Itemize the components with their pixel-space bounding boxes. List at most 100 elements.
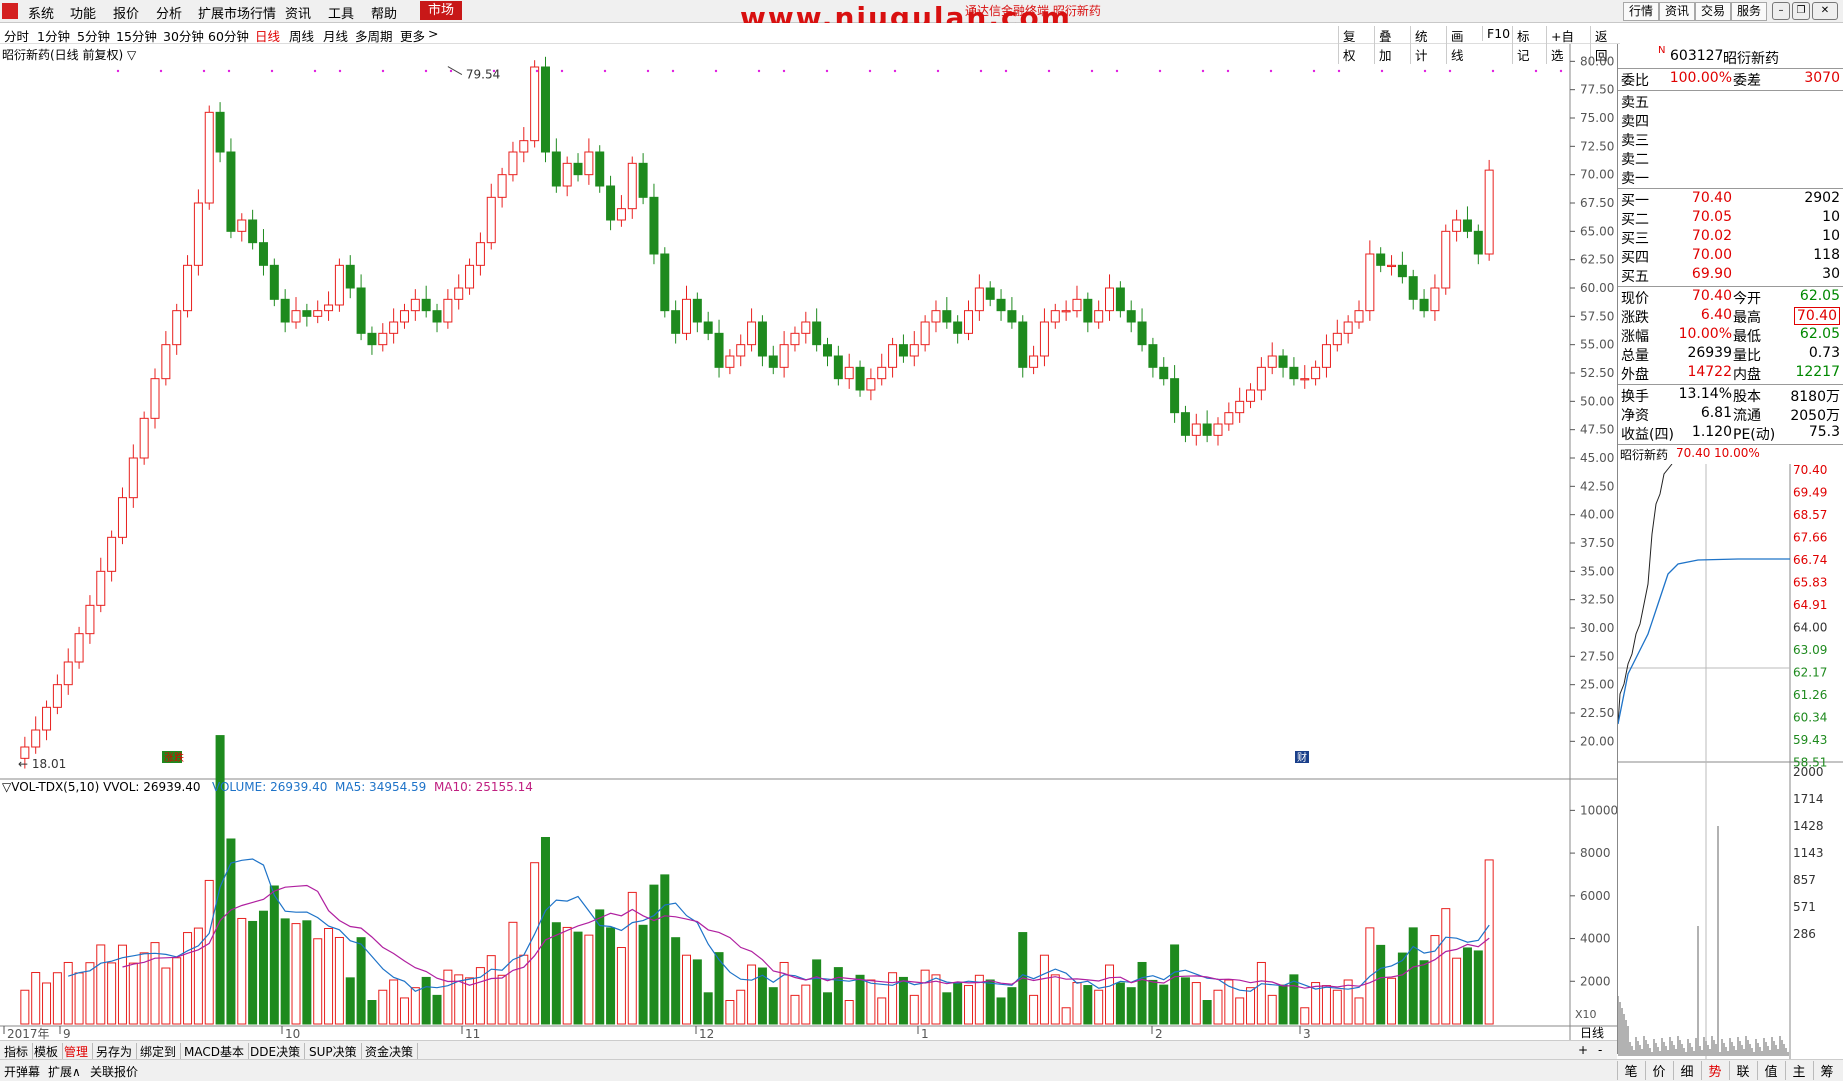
period-weekly[interactable]: 周线 (289, 26, 314, 45)
candle-body (215, 111, 225, 153)
menu-help[interactable]: 帮助 (371, 3, 397, 22)
event-dot (1534, 69, 1538, 73)
tab-template[interactable]: 模板 (34, 1043, 64, 1060)
period-daily[interactable]: 日线 (255, 26, 280, 45)
market-button[interactable]: 市场 (420, 1, 462, 20)
rtab-price[interactable]: 价 (1645, 1061, 1672, 1080)
menu-quote[interactable]: 报价 (113, 3, 139, 22)
rtab-value[interactable]: 值 (1757, 1061, 1784, 1080)
volume-bar (725, 1000, 735, 1025)
event-dot (714, 69, 718, 73)
rtab-trend[interactable]: 势 (1701, 1061, 1728, 1080)
volume-bar (1170, 944, 1180, 1025)
candle-body (714, 332, 724, 368)
period-multi[interactable]: 多周期 (355, 26, 393, 45)
kline-chart-area[interactable]: 80.00 77.50 75.00 72.50 70.00 67.50 65.00 62.50… (0, 44, 1617, 1054)
rtab-main[interactable]: 主 (1785, 1061, 1812, 1080)
buy-2[interactable]: 买二 70.05 10 (1618, 209, 1843, 228)
sell-2[interactable]: 卖二 (1618, 149, 1843, 168)
quote-head: N 603127 昭衍新药 (1618, 45, 1843, 67)
tab-macd[interactable]: MACD基本 (184, 1043, 249, 1060)
remove-tab-button[interactable]: - (1598, 1043, 1606, 1057)
tab-save-as[interactable]: 另存为 (96, 1043, 138, 1060)
tab-fund[interactable]: 资金决策 (365, 1043, 419, 1060)
top-quote-button[interactable]: 行情 (1623, 2, 1660, 21)
period-30min[interactable]: 30分钟 (163, 26, 204, 45)
event-dot (1312, 69, 1316, 73)
candle-body (183, 264, 193, 312)
sell-5[interactable]: 卖五 (1618, 92, 1843, 111)
menu-system[interactable]: 系统 (28, 3, 54, 22)
volume-header: ▽VOL-TDX(5,10) VVOL: 26939.40 VOLUME: 26… (2, 780, 533, 794)
kline-chart[interactable]: 80.00 77.50 75.00 72.50 70.00 67.50 65.00 62.50… (0, 44, 1617, 1040)
volume-bar (139, 952, 149, 1025)
period-timeshare[interactable]: 分时 (4, 26, 29, 45)
event-dot (603, 69, 607, 73)
candle-body (898, 344, 908, 357)
danmu-toggle[interactable]: 开弹幕 (4, 1063, 40, 1080)
close-icon[interactable]: ✕ (1812, 2, 1838, 20)
volume-bar (280, 918, 290, 1025)
menu-tools[interactable]: 工具 (328, 3, 354, 22)
event-dot (646, 69, 650, 73)
candle-body (649, 196, 659, 255)
buy-3[interactable]: 买三 70.02 10 (1618, 228, 1843, 247)
candle-body (1224, 412, 1234, 425)
buy-5[interactable]: 买五 69.90 30 (1618, 266, 1843, 285)
vol-indicator-name[interactable]: ▽VOL-TDX(5,10) (2, 780, 99, 794)
linked-quote-toggle[interactable]: 关联报价 (90, 1063, 138, 1080)
period-5min[interactable]: 5分钟 (77, 26, 110, 45)
sell-1[interactable]: 卖一 (1618, 168, 1843, 187)
add-tab-button[interactable]: + (1578, 1043, 1592, 1057)
minimize-icon[interactable]: – (1772, 2, 1790, 20)
rtab-bi[interactable]: 笔 (1617, 1061, 1644, 1080)
tab-sup[interactable]: SUP决策 (309, 1043, 362, 1060)
candle-body (1159, 366, 1169, 380)
period-more[interactable]: 更多 (400, 26, 425, 45)
volume-bar (1354, 997, 1364, 1025)
rtab-detail[interactable]: 细 (1673, 1061, 1700, 1080)
volume-bar (779, 961, 789, 1025)
tab-dde[interactable]: DDE决策 (250, 1043, 306, 1060)
indicator-tab-bar: 指标 模板 管理 另存为 绑定到 MACD基本 DDE决策 SUP决策 资金决策… (0, 1040, 1617, 1060)
restore-icon[interactable]: ❐ (1792, 2, 1810, 20)
intraday-mini-chart[interactable]: 70.40 69.49 68.57 67.66 66.74 65.83 64.91 64.00… (1618, 464, 1843, 1064)
volume-bar (1148, 979, 1158, 1025)
event-dot (535, 69, 539, 73)
extend-toggle[interactable]: 扩展∧ (48, 1063, 81, 1080)
mini-vol-tick: 1428 (1793, 819, 1824, 833)
tab-manage[interactable]: 管理 (64, 1043, 94, 1060)
sell-3[interactable]: 卖三 (1618, 130, 1843, 149)
candle-body (1148, 344, 1158, 368)
top-trade-button[interactable]: 交易 (1695, 2, 1732, 21)
sell-4[interactable]: 卖四 (1618, 111, 1843, 130)
period-1min[interactable]: 1分钟 (37, 26, 70, 45)
tool-f10[interactable]: F10 (1482, 26, 1510, 41)
rtab-link[interactable]: 联 (1729, 1061, 1756, 1080)
rtab-chips[interactable]: 筹 (1813, 1061, 1840, 1080)
candle-body (790, 332, 800, 346)
chevron-right-icon[interactable]: > (428, 26, 438, 41)
period-15min[interactable]: 15分钟 (116, 26, 157, 45)
stat-row: 涨跌 6.40 最高 70.40 (1618, 307, 1843, 326)
volume-bar (768, 987, 778, 1025)
menu-function[interactable]: 功能 (70, 3, 96, 22)
menu-ext-market[interactable]: 扩展市场行情 (198, 3, 276, 22)
volume-bar (855, 974, 865, 1025)
tab-bind[interactable]: 绑定到 (140, 1043, 182, 1060)
candle-body (399, 310, 409, 323)
top-service-button[interactable]: 服务 (1731, 2, 1768, 21)
period-60min[interactable]: 60分钟 (208, 26, 249, 45)
top-news-button[interactable]: 资讯 (1659, 2, 1696, 21)
candle-body (1419, 298, 1429, 312)
period-monthly[interactable]: 月线 (323, 26, 348, 45)
candle-body (942, 310, 952, 323)
buy-4[interactable]: 买四 70.00 118 (1618, 247, 1843, 266)
price-tick-label: 75.00 (1580, 111, 1614, 125)
tab-indicator[interactable]: 指标 (4, 1043, 34, 1060)
menu-analysis[interactable]: 分析 (156, 3, 182, 22)
candle-body (855, 366, 865, 391)
buy-1[interactable]: 买一 70.40 2902 (1618, 190, 1843, 209)
candle-body (823, 344, 833, 357)
menu-news[interactable]: 资讯 (285, 3, 311, 22)
